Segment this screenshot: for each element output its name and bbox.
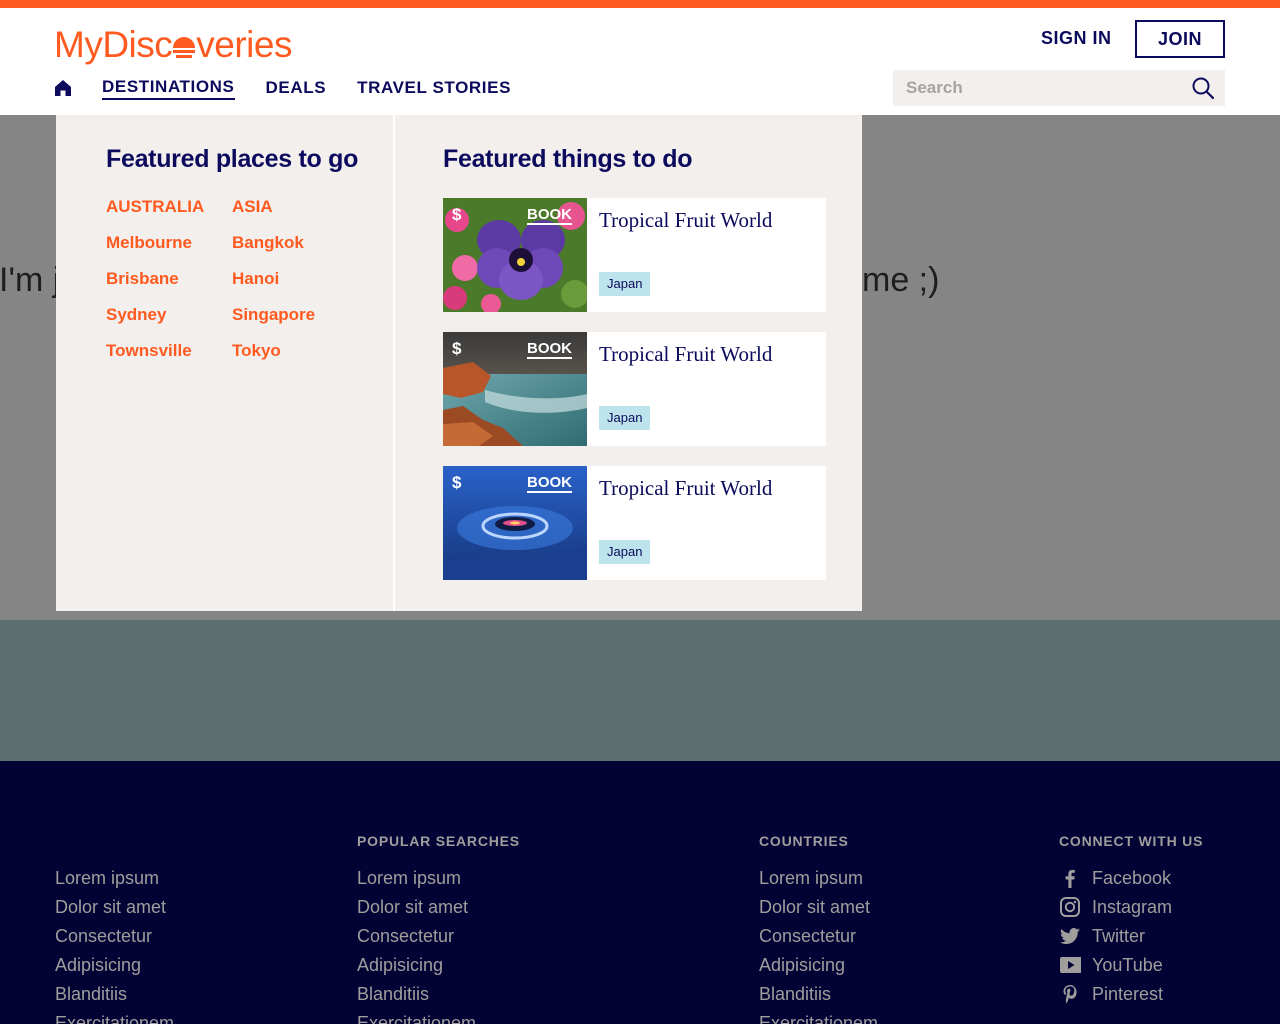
place-link-asia[interactable]: ASIA (232, 197, 352, 233)
footer-link[interactable]: Blanditiis (55, 983, 174, 1012)
book-link[interactable]: BOOK (527, 474, 572, 493)
place-link-tokyo[interactable]: Tokyo (232, 341, 352, 377)
social-link-pinterest[interactable]: Pinterest (1059, 983, 1172, 1012)
site-logo[interactable]: MyDisc veries (54, 24, 292, 66)
place-link-australia[interactable]: AUSTRALIA (106, 197, 232, 233)
nav-travel-stories[interactable]: TRAVEL STORIES (357, 78, 511, 98)
place-link-hanoi[interactable]: Hanoi (232, 269, 352, 305)
place-link-brisbane[interactable]: Brisbane (106, 269, 232, 305)
destinations-mega-menu: Featured places to go AUSTRALIA ASIA Mel… (56, 115, 862, 611)
sign-in-link[interactable]: SIGN IN (1041, 28, 1112, 49)
footer-link[interactable]: Blanditiis (759, 983, 878, 1012)
featured-things-heading: Featured things to do (443, 145, 693, 173)
footer-column-title: COUNTRIES (759, 833, 849, 849)
rocky-coast-image: $ BOOK (443, 332, 587, 446)
activity-title[interactable]: Tropical Fruit World (599, 208, 772, 233)
featured-places-list: AUSTRALIA ASIA Melbourne Bangkok Brisban… (106, 197, 352, 377)
footer-link[interactable]: Exercitationem (759, 1012, 878, 1024)
footer-link[interactable]: Exercitationem (357, 1012, 476, 1024)
price-dollar-icon: $ (452, 339, 462, 358)
footer-link[interactable]: Lorem ipsum (357, 867, 476, 896)
activity-card[interactable]: $ BOOK Tropical Fruit World Japan (443, 198, 826, 312)
social-link-twitter[interactable]: Twitter (1059, 925, 1172, 954)
nav-destinations[interactable]: DESTINATIONS (102, 77, 235, 100)
youtube-icon (1060, 957, 1081, 973)
country-tag: Japan (599, 272, 651, 296)
search-input[interactable] (893, 70, 1183, 106)
place-link-singapore[interactable]: Singapore (232, 305, 352, 341)
water-drop-image: $ BOOK (443, 466, 587, 580)
activity-card[interactable]: $ BOOK Tropical Fruit World Japan (443, 466, 826, 580)
footer-link[interactable]: Exercitationem (55, 1012, 174, 1024)
home-icon[interactable] (54, 79, 72, 97)
book-link[interactable]: BOOK (527, 340, 572, 359)
footer-link[interactable]: Consectetur (759, 925, 878, 954)
price-dollar-icon: $ (452, 205, 462, 224)
pansy-flower-image: $ BOOK (443, 198, 587, 312)
top-accent-strip (0, 0, 1280, 8)
content-band (0, 620, 1280, 761)
footer-link[interactable]: Dolor sit amet (55, 896, 174, 925)
social-link-facebook[interactable]: Facebook (1059, 867, 1172, 896)
pinterest-icon (1063, 985, 1077, 1004)
social-label: Pinterest (1092, 984, 1164, 1004)
country-tag: Japan (599, 540, 651, 564)
nav-deals[interactable]: DEALS (266, 78, 327, 98)
main-nav: DESTINATIONS DEALS TRAVEL STORIES (54, 76, 542, 100)
hero-text-right: me ;) (862, 261, 940, 299)
footer-link[interactable]: Consectetur (55, 925, 174, 954)
footer-link[interactable]: Blanditiis (357, 983, 476, 1012)
footer-link[interactable]: Dolor sit amet (759, 896, 878, 925)
search-icon[interactable] (1192, 77, 1214, 99)
book-link[interactable]: BOOK (527, 206, 572, 225)
social-label: Facebook (1092, 868, 1172, 888)
price-dollar-icon: $ (452, 473, 462, 492)
place-link-melbourne[interactable]: Melbourne (106, 233, 232, 269)
social-link-youtube[interactable]: YouTube (1059, 954, 1172, 983)
join-button[interactable]: JOIN (1135, 20, 1225, 58)
place-link-townsville[interactable]: Townsville (106, 341, 232, 377)
instagram-icon (1060, 897, 1080, 917)
footer-link[interactable]: Adipisicing (759, 954, 878, 983)
activity-title[interactable]: Tropical Fruit World (599, 342, 772, 367)
site-footer: Lorem ipsum Dolor sit amet Consectetur A… (0, 761, 1280, 1024)
twitter-icon (1060, 928, 1080, 944)
place-link-sydney[interactable]: Sydney (106, 305, 232, 341)
footer-link[interactable]: Lorem ipsum (55, 867, 174, 896)
footer-link[interactable]: Dolor sit amet (357, 896, 476, 925)
footer-link[interactable]: Adipisicing (357, 954, 476, 983)
search-box (893, 70, 1225, 106)
social-link-instagram[interactable]: Instagram (1059, 896, 1172, 925)
activity-title[interactable]: Tropical Fruit World (599, 476, 772, 501)
footer-link[interactable]: Adipisicing (55, 954, 174, 983)
social-label: YouTube (1092, 955, 1163, 975)
footer-link[interactable]: Consectetur (357, 925, 476, 954)
site-header: MyDisc veries SIGN IN JOIN DESTINATIONS D… (0, 8, 1280, 115)
social-label: Instagram (1092, 897, 1173, 917)
logo-sun-icon (173, 37, 196, 59)
activity-card[interactable]: $ BOOK Tropical Fruit World Japan (443, 332, 826, 446)
facebook-icon (1065, 869, 1075, 888)
hero-text-left: I'm j (0, 261, 61, 299)
footer-column-title: CONNECT WITH US (1059, 833, 1204, 849)
footer-link[interactable]: Lorem ipsum (759, 867, 878, 896)
mega-menu-divider (393, 115, 395, 611)
place-link-bangkok[interactable]: Bangkok (232, 233, 352, 269)
featured-places-heading: Featured places to go (106, 145, 359, 173)
country-tag: Japan (599, 406, 651, 430)
footer-column-title: POPULAR SEARCHES (357, 833, 520, 849)
social-label: Twitter (1092, 926, 1146, 946)
